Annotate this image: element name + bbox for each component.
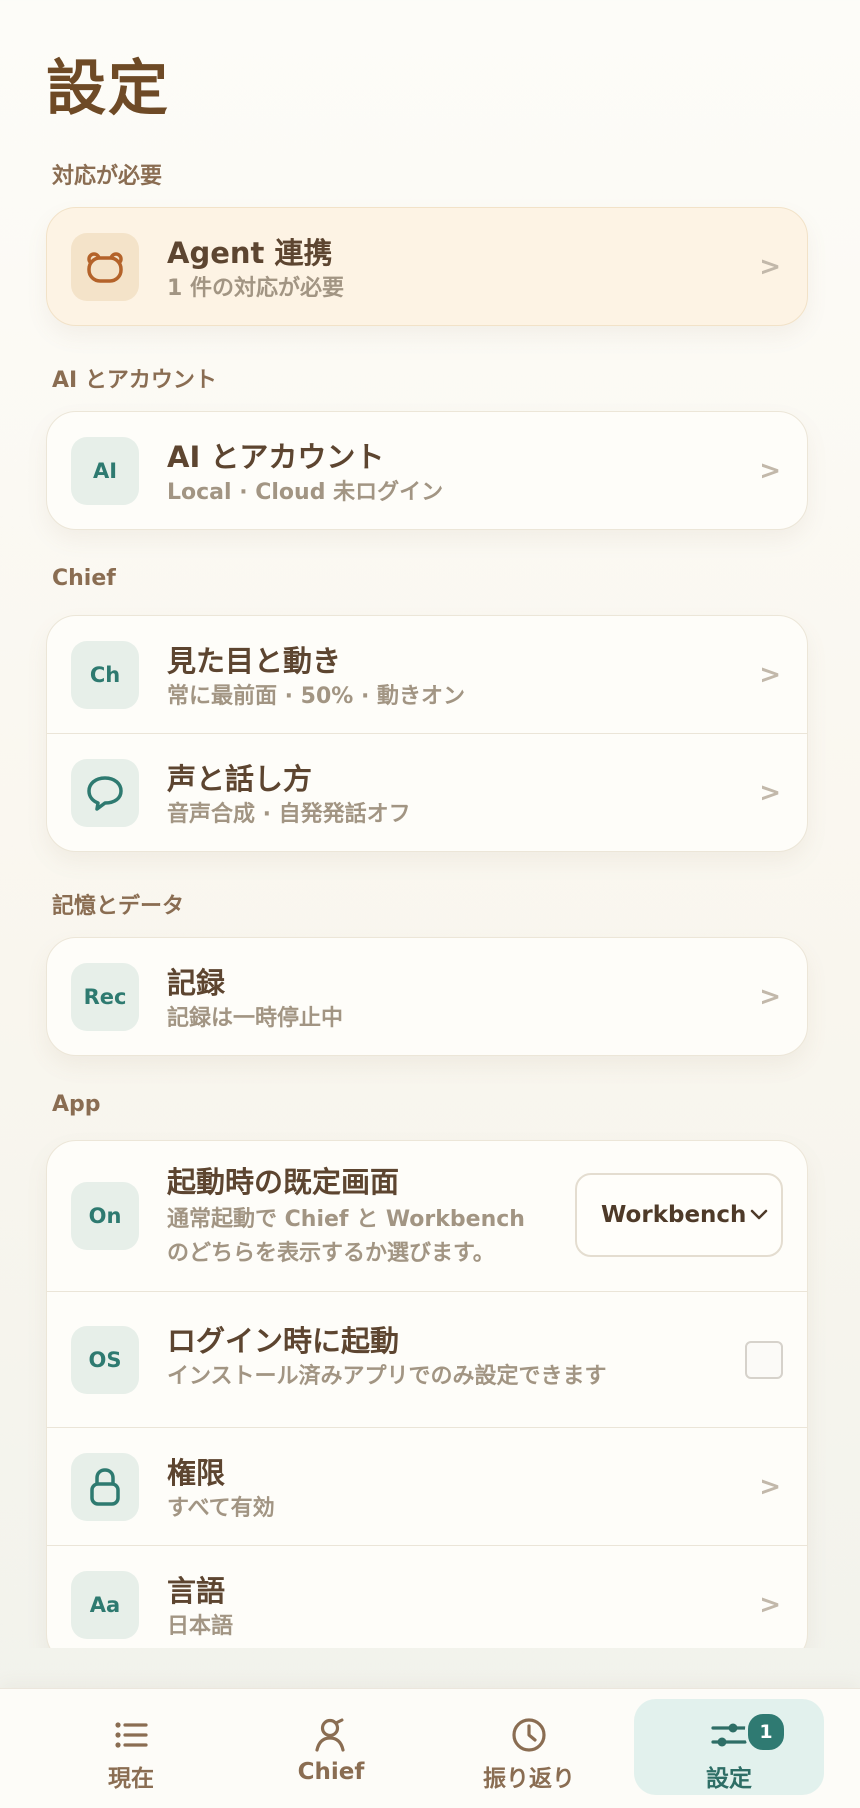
startup-screen-subtitle: 通常起動で Chief と Workbench のどちらを表示するか選びます。 — [167, 1203, 525, 1271]
ai-account-row[interactable]: AI AI とアカウント Local · Cloud 未ログイン > — [47, 412, 807, 529]
appearance-motion-row[interactable]: Ch 見た目と動き 常に最前面 · 50% · 動きオン > — [47, 616, 807, 733]
startup-screen-title: 起動時の既定画面 — [167, 1165, 400, 1199]
chevron-right-icon: > — [759, 777, 781, 808]
section-label-memory-data: 記憶とデータ — [52, 894, 185, 919]
sliders-icon — [711, 1723, 747, 1747]
page-title: 設定 — [46, 54, 170, 124]
rec-text-icon: Rec — [71, 962, 139, 1031]
nav-label-current: 現在 — [108, 1766, 154, 1792]
ch-text-icon: Ch — [71, 640, 139, 709]
permissions-row[interactable]: 権限 すべて有効 > — [47, 1427, 807, 1545]
agent-integration-row[interactable]: Agent 連携 1 件の対応が必要 > — [47, 208, 807, 325]
section-label-needs-action: 対応が必要 — [52, 164, 163, 189]
launch-at-login-row: OS ログイン時に起動 インストール済みアプリでのみ設定できます — [47, 1291, 807, 1427]
settings-scroll-area[interactable]: 設定 対応が必要 Agent 連携 1 件の対応が必要 > AI とアカウント … — [0, 0, 860, 1648]
lock-icon — [71, 1452, 139, 1521]
section-label-app: App — [52, 1092, 101, 1117]
list-icon — [115, 1722, 148, 1748]
startup-screen-select[interactable]: Workbench — [575, 1173, 783, 1257]
aa-text-icon: Aa — [71, 1570, 139, 1639]
ai-account-card: AI AI とアカウント Local · Cloud 未ログイン > — [46, 411, 808, 530]
ai-account-subtitle: Local · Cloud 未ログイン — [167, 480, 444, 505]
nav-label-settings: 設定 — [706, 1766, 752, 1792]
launch-at-login-subtitle: インストール済みアプリでのみ設定できます — [167, 1364, 607, 1389]
notification-badge: 1 — [745, 1711, 787, 1753]
recording-title: 記録 — [167, 966, 226, 1000]
permissions-title: 権限 — [167, 1456, 226, 1490]
language-row[interactable]: Aa 言語 日本語 > — [47, 1545, 807, 1648]
chevron-right-icon: > — [759, 981, 781, 1012]
permissions-subtitle: すべて有効 — [167, 1496, 275, 1521]
speech-bubble-icon — [71, 758, 139, 827]
appearance-motion-title: 見た目と動き — [167, 644, 342, 678]
section-label-ai-account: AI とアカウント — [52, 368, 217, 393]
chevron-right-icon: > — [759, 1471, 781, 1502]
startup-screen-subtitle-line2: のどちらを表示するか選びます。 — [167, 1241, 495, 1266]
launch-at-login-checkbox[interactable] — [745, 1340, 783, 1379]
recording-subtitle: 記録は一時停止中 — [167, 1006, 344, 1031]
agent-integration-title: Agent 連携 — [167, 236, 333, 270]
needs-action-card: Agent 連携 1 件の対応が必要 > — [46, 207, 808, 326]
recording-row[interactable]: Rec 記録 記録は一時停止中 > — [47, 938, 807, 1055]
ai-text-icon: AI — [71, 436, 139, 505]
bear-face-icon — [71, 232, 139, 301]
ai-account-title: AI とアカウント — [167, 440, 385, 474]
section-label-chief: Chief — [52, 566, 116, 591]
nav-tab-chief[interactable]: Chief — [236, 1699, 426, 1795]
chief-person-icon — [315, 1718, 345, 1752]
on-text-icon: On — [71, 1182, 139, 1250]
nav-tab-review[interactable]: 振り返り — [434, 1699, 624, 1795]
chevron-right-icon: > — [759, 455, 781, 486]
nav-label-chief: Chief — [297, 1759, 365, 1785]
startup-screen-row: On 起動時の既定画面 通常起動で Chief と Workbench のどちら… — [47, 1141, 807, 1291]
startup-screen-subtitle-line1: 通常起動で Chief と Workbench — [167, 1207, 525, 1232]
os-text-icon: OS — [71, 1325, 139, 1394]
bottom-navigation: 現在 Chief 振り返り 1 設定 — [0, 1688, 860, 1808]
startup-screen-selected-value: Workbench — [601, 1202, 747, 1228]
nav-tab-settings[interactable]: 1 設定 — [634, 1699, 824, 1795]
chevron-right-icon: > — [759, 1589, 781, 1620]
launch-at-login-title: ログイン時に起動 — [167, 1324, 400, 1358]
agent-integration-subtitle: 1 件の対応が必要 — [167, 276, 344, 301]
nav-label-review: 振り返り — [483, 1766, 575, 1792]
voice-speech-title: 声と話し方 — [167, 762, 313, 796]
chevron-down-icon — [749, 1202, 769, 1228]
appearance-motion-subtitle: 常に最前面 · 50% · 動きオン — [167, 684, 466, 709]
language-title: 言語 — [167, 1574, 226, 1608]
language-subtitle: 日本語 — [167, 1614, 234, 1639]
voice-speech-subtitle: 音声合成 · 自発発話オフ — [167, 802, 411, 827]
chevron-right-icon: > — [759, 659, 781, 690]
clock-icon — [512, 1718, 546, 1752]
nav-tab-current[interactable]: 現在 — [36, 1699, 226, 1795]
memory-data-card: Rec 記録 記録は一時停止中 > — [46, 937, 808, 1056]
chevron-right-icon: > — [759, 251, 781, 282]
voice-speech-row[interactable]: 声と話し方 音声合成 · 自発発話オフ > — [47, 733, 807, 851]
app-card: On 起動時の既定画面 通常起動で Chief と Workbench のどちら… — [46, 1140, 808, 1648]
chief-card: Ch 見た目と動き 常に最前面 · 50% · 動きオン > 声と話し方 音声合… — [46, 615, 808, 852]
